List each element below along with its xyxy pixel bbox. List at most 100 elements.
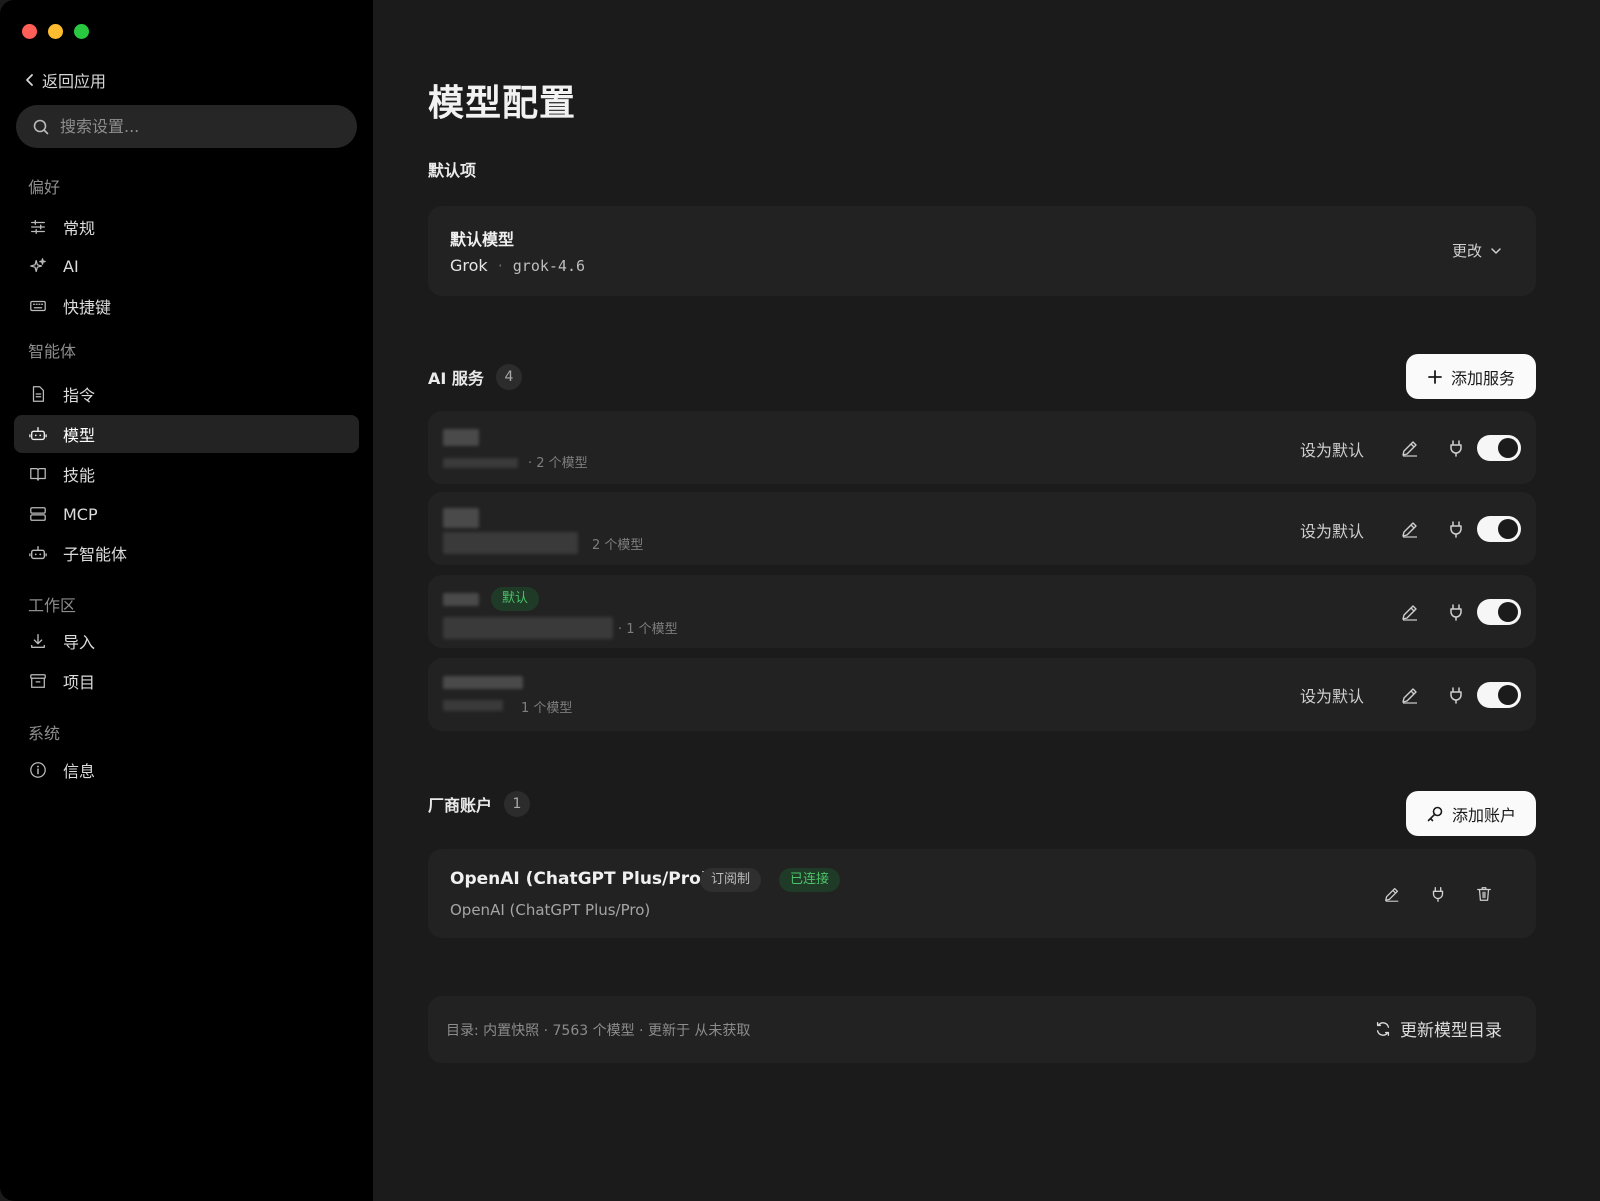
sliders-icon — [28, 217, 48, 237]
sidebar-item-label: 项目 — [63, 673, 96, 692]
sidebar-item-shortcuts[interactable]: 快捷键 — [14, 287, 359, 325]
search-input[interactable] — [58, 116, 342, 137]
set-default-button[interactable]: 设为默认 — [1300, 437, 1364, 461]
book-icon — [28, 464, 48, 484]
server-icon — [28, 504, 48, 524]
settings-window: 返回应用 偏好 常规 AI 快捷键 智能体 指令 — [0, 0, 1600, 1201]
ai-services-heading: AI 服务 4 — [428, 364, 522, 390]
redacted-service-name — [443, 429, 479, 446]
key-icon — [1427, 806, 1443, 821]
section-title-preferences: 偏好 — [28, 178, 61, 197]
accounts-heading: 厂商账户 1 — [428, 791, 531, 817]
sidebar-item-models[interactable]: 模型 — [14, 415, 359, 453]
keyboard-icon — [28, 296, 48, 316]
redacted-service-name — [443, 508, 479, 528]
sidebar-item-label: 模型 — [63, 426, 96, 445]
service-enabled-toggle[interactable] — [1477, 516, 1521, 542]
add-service-button[interactable]: 添加服务 — [1406, 354, 1536, 399]
plug-icon[interactable] — [1444, 517, 1468, 541]
sidebar-item-label: AI — [63, 256, 79, 276]
service-row: · 2 个模型 设为默认 — [428, 411, 1536, 484]
refresh-icon — [1376, 1021, 1390, 1036]
sidebar-item-mcp[interactable]: MCP — [14, 495, 359, 533]
sidebar-item-projects[interactable]: 项目 — [14, 662, 359, 700]
service-enabled-toggle[interactable] — [1477, 599, 1521, 625]
plug-icon[interactable] — [1426, 882, 1450, 906]
info-icon — [28, 760, 48, 780]
bot-icon — [28, 424, 48, 444]
window-controls — [22, 24, 89, 39]
sidebar-item-info[interactable]: 信息 — [14, 751, 359, 789]
change-label: 更改 — [1451, 242, 1482, 260]
service-enabled-toggle[interactable] — [1477, 435, 1521, 461]
sidebar-item-label: 子智能体 — [63, 545, 128, 564]
refresh-catalog-button[interactable]: 更新模型目录 — [1374, 1016, 1502, 1041]
ai-services-count: 4 — [495, 364, 522, 390]
plug-icon[interactable] — [1444, 683, 1468, 707]
toggle-knob — [1498, 685, 1518, 705]
back-to-app-link[interactable]: 返回应用 — [24, 68, 106, 92]
edit-icon[interactable] — [1398, 600, 1422, 624]
bot-icon — [28, 543, 48, 563]
edit-icon[interactable] — [1398, 436, 1422, 460]
add-service-label: 添加服务 — [1450, 368, 1515, 388]
redacted-service-url — [443, 458, 518, 468]
sidebar-item-label: 常规 — [63, 219, 96, 238]
service-model-count: · 1 个模型 — [618, 622, 678, 637]
section-title-agents: 智能体 — [28, 342, 77, 361]
section-title-workspace: 工作区 — [28, 596, 77, 615]
page-title: 模型配置 — [428, 83, 577, 124]
service-enabled-toggle[interactable] — [1477, 682, 1521, 708]
sidebar-item-label: MCP — [63, 504, 98, 524]
sparkles-icon — [28, 256, 48, 276]
plug-icon[interactable] — [1444, 436, 1468, 460]
sidebar-item-instructions[interactable]: 指令 — [14, 375, 359, 413]
search-icon — [32, 118, 50, 136]
trash-icon[interactable] — [1472, 882, 1496, 906]
settings-search[interactable] — [16, 105, 357, 148]
close-window-button[interactable] — [22, 24, 37, 39]
toggle-knob — [1498, 602, 1518, 622]
catalog-info: 目录: 内置快照 · 7563 个模型 · 更新于 从未获取 — [446, 1023, 751, 1039]
separator: · — [497, 256, 503, 275]
redacted-service-url — [443, 700, 503, 711]
plug-icon[interactable] — [1444, 600, 1468, 624]
edit-icon[interactable] — [1380, 882, 1404, 906]
sidebar-item-general[interactable]: 常规 — [14, 208, 359, 246]
account-title: OpenAI (ChatGPT Plus/Pro) — [450, 869, 709, 889]
sidebar-item-import[interactable]: 导入 — [14, 622, 359, 660]
zoom-window-button[interactable] — [74, 24, 89, 39]
edit-icon[interactable] — [1398, 517, 1422, 541]
edit-icon[interactable] — [1398, 683, 1422, 707]
redacted-service-url — [443, 617, 613, 639]
back-label: 返回应用 — [42, 72, 107, 91]
minimize-window-button[interactable] — [48, 24, 63, 39]
sidebar-item-ai[interactable]: AI — [14, 247, 359, 285]
sidebar-item-label: 指令 — [63, 386, 96, 405]
default-model-value: Grok · grok-4.6 — [450, 256, 585, 275]
toggle-knob — [1498, 519, 1518, 539]
default-model-label: 默认模型 — [450, 230, 515, 249]
default-model-card: 默认模型 Grok · grok-4.6 更改 — [428, 206, 1536, 296]
set-default-button[interactable]: 设为默认 — [1300, 518, 1364, 542]
redacted-service-name — [443, 593, 479, 606]
service-row: 默认 · 1 个模型 — [428, 575, 1536, 648]
default-badge: 默认 — [491, 587, 540, 611]
download-icon — [28, 631, 48, 651]
sidebar-item-label: 信息 — [63, 762, 96, 781]
default-provider: Grok — [450, 256, 488, 275]
refresh-label: 更新模型目录 — [1400, 1021, 1502, 1041]
section-title-system: 系统 — [28, 724, 61, 743]
toggle-knob — [1498, 438, 1518, 458]
sidebar: 返回应用 偏好 常规 AI 快捷键 智能体 指令 — [0, 0, 373, 1201]
sidebar-item-subagents[interactable]: 子智能体 — [14, 534, 359, 572]
set-default-button[interactable]: 设为默认 — [1300, 683, 1364, 707]
plus-icon — [1428, 369, 1442, 384]
add-account-button[interactable]: 添加账户 — [1406, 791, 1536, 836]
subscription-badge: 订阅制 — [700, 868, 762, 892]
sidebar-item-skills[interactable]: 技能 — [14, 455, 359, 493]
sidebar-item-label: 快捷键 — [63, 298, 112, 317]
main-content: 模型配置 默认项 默认模型 Grok · grok-4.6 更改 AI 服务 4… — [373, 0, 1600, 1201]
change-default-button[interactable]: 更改 — [1452, 240, 1502, 261]
service-model-count: · 2 个模型 — [528, 456, 588, 471]
